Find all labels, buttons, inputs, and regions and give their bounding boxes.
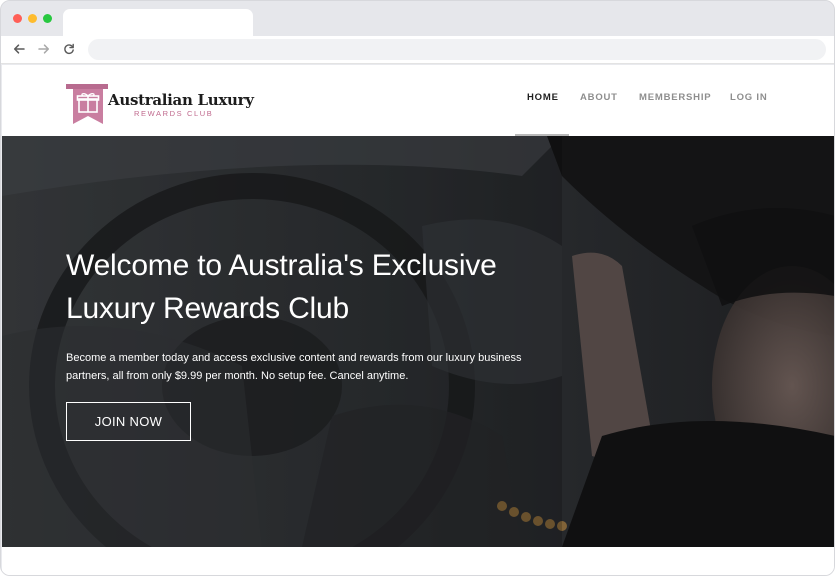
join-now-button[interactable]: JOIN NOW: [66, 402, 191, 441]
logo-title: Australian Luxury: [108, 91, 254, 109]
hero-description: Become a member today and access exclusi…: [66, 349, 526, 385]
address-bar[interactable]: [88, 39, 826, 60]
maximize-window-button[interactable]: [43, 14, 52, 23]
hero-title-line-1: Welcome to Australia's Exclusive: [66, 249, 497, 282]
hero-title-line-2: Luxury Rewards Club: [66, 292, 349, 325]
minimize-window-button[interactable]: [28, 14, 37, 23]
nav-membership[interactable]: MEMBERSHIP: [639, 92, 711, 103]
nav-about[interactable]: ABOUT: [580, 92, 618, 103]
page-bottom-strip: [2, 547, 834, 575]
gift-ribbon-icon: [66, 84, 108, 124]
close-window-button[interactable]: [13, 14, 22, 23]
reload-icon[interactable]: [60, 40, 78, 58]
site-header: Australian Luxury REWARDS CLUB HOME ABOU…: [2, 65, 834, 137]
nav-login[interactable]: LOG IN: [730, 92, 768, 103]
nav-home[interactable]: HOME: [527, 92, 559, 103]
tab-strip: [1, 1, 834, 36]
logo-subtitle: REWARDS CLUB: [134, 109, 214, 118]
forward-arrow-icon[interactable]: [35, 40, 53, 58]
hero-section: Welcome to Australia's Exclusive Luxury …: [2, 136, 834, 547]
back-arrow-icon[interactable]: [10, 40, 28, 58]
hero-description-line-2: partners, all from only $9.99 per month.…: [66, 370, 409, 382]
browser-window: Australian Luxury REWARDS CLUB HOME ABOU…: [0, 0, 835, 576]
hero-description-line-1: Become a member today and access exclusi…: [66, 352, 522, 364]
hero-title: Welcome to Australia's Exclusive Luxury …: [66, 244, 546, 330]
browser-toolbar: [1, 36, 834, 64]
hero-background-image: [2, 136, 834, 547]
active-tab[interactable]: [63, 9, 253, 36]
site-logo[interactable]: Australian Luxury REWARDS CLUB: [66, 84, 266, 126]
web-page: Australian Luxury REWARDS CLUB HOME ABOU…: [2, 65, 834, 575]
